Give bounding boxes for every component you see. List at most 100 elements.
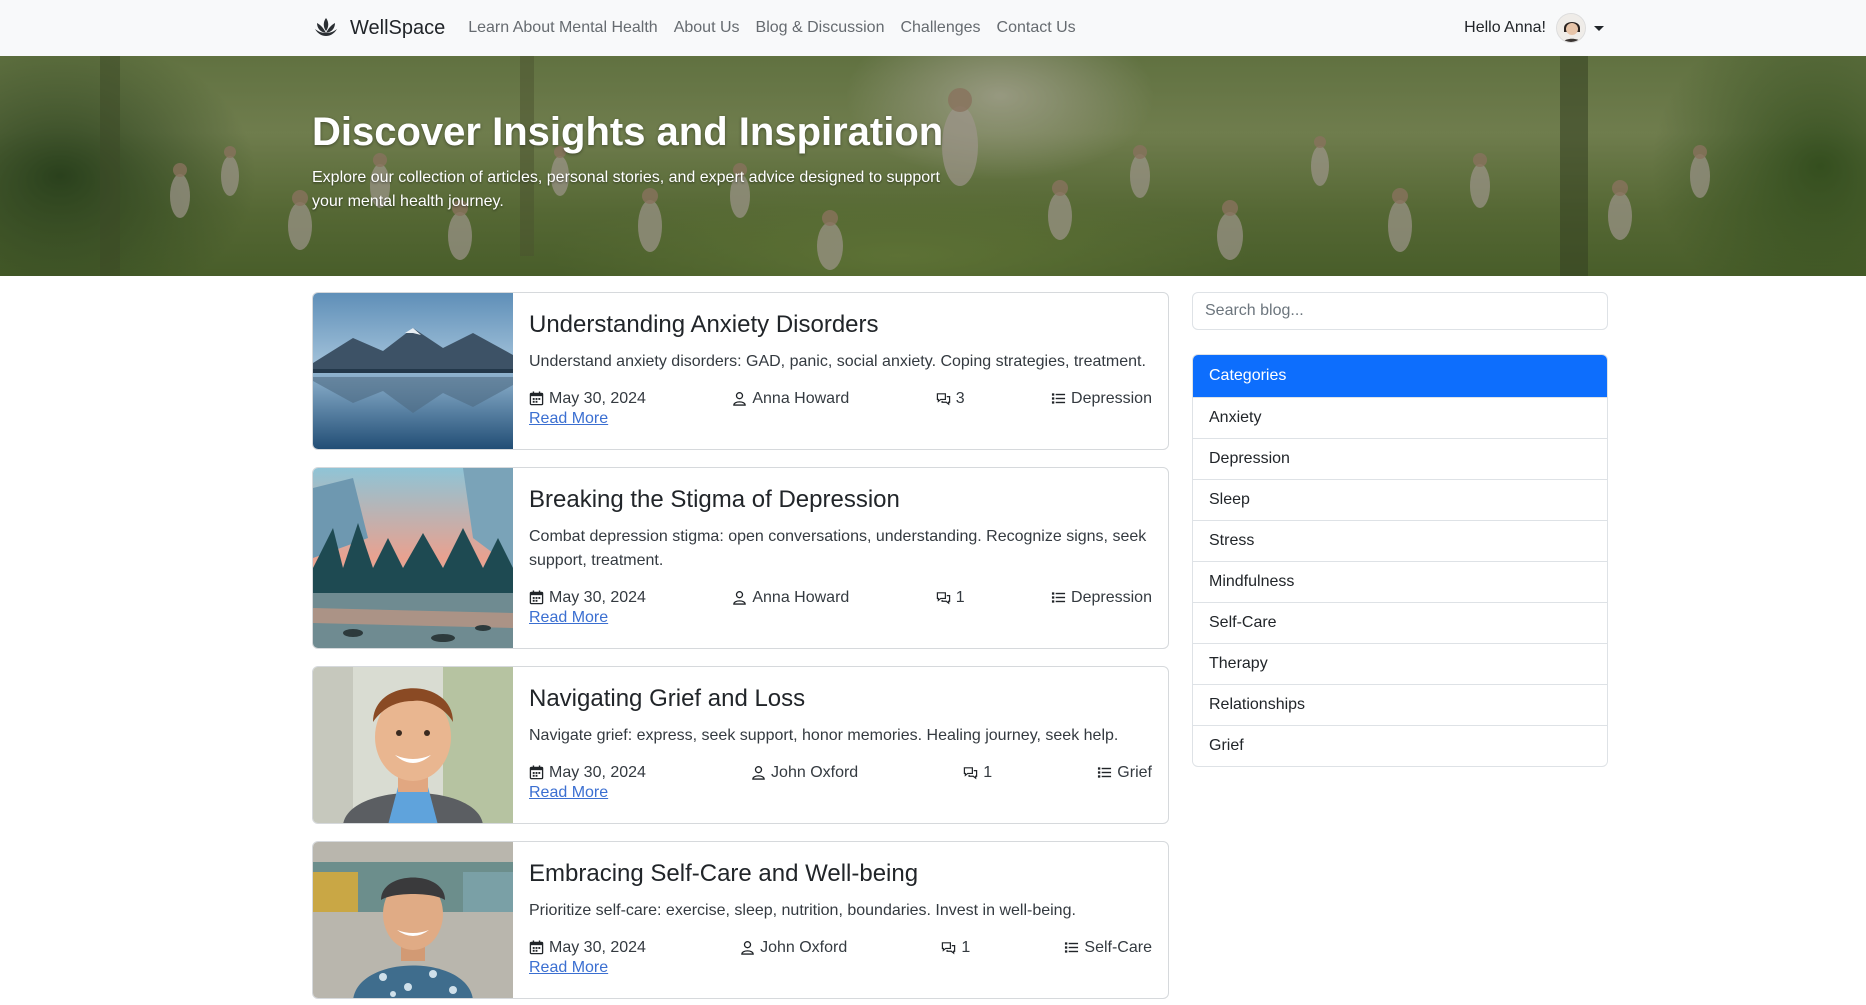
post-title[interactable]: Breaking the Stigma of Depression	[529, 486, 1152, 515]
hero-banner: Discover Insights and Inspiration Explor…	[0, 56, 1866, 276]
post-author[interactable]: John Oxford	[751, 764, 858, 782]
post-comments[interactable]: 1	[936, 589, 965, 607]
post-title[interactable]: Navigating Grief and Loss	[529, 685, 1152, 714]
post-date-text: May 30, 2024	[549, 389, 646, 407]
brand-link[interactable]: WellSpace	[312, 14, 445, 42]
post-category-text: Depression	[1071, 588, 1152, 606]
post-category-text: Depression	[1071, 389, 1152, 407]
post-excerpt: Understand anxiety disorders: GAD, panic…	[529, 352, 1146, 370]
nav-link-challenges[interactable]: Challenges	[892, 19, 988, 37]
post-meta: May 30, 2024 Anna Howard 1 Depression	[529, 589, 1152, 607]
post-author-text: John Oxford	[771, 763, 859, 781]
category-item-grief[interactable]: Grief	[1193, 725, 1607, 766]
category-item-anxiety[interactable]: Anxiety	[1193, 397, 1607, 438]
nav-link-about[interactable]: About Us	[666, 19, 748, 37]
calendar-icon	[529, 765, 544, 780]
post-body: Embracing Self-Care and Well-being Prior…	[513, 842, 1168, 998]
post-meta: May 30, 2024 Anna Howard 3 Depression	[529, 390, 1152, 408]
post-body: Breaking the Stigma of Depression Combat…	[513, 468, 1168, 648]
avatar-portrait-icon	[1557, 14, 1585, 42]
nav-link-learn[interactable]: Learn About Mental Health	[460, 19, 665, 37]
hero-subtitle: Explore our collection of articles, pers…	[312, 166, 972, 214]
chevron-down-icon[interactable]	[1594, 25, 1604, 31]
post-comments-count: 1	[983, 763, 993, 781]
post-author[interactable]: John Oxford	[740, 939, 847, 957]
post-date: May 30, 2024	[529, 764, 646, 782]
category-item-sleep[interactable]: Sleep	[1193, 479, 1607, 520]
user-menu[interactable]: Hello Anna!	[1464, 13, 1604, 43]
user-icon	[752, 766, 765, 781]
blog-post-card: Navigating Grief and Loss Navigate grief…	[312, 666, 1169, 824]
comments-icon	[942, 942, 956, 955]
post-comments-count: 3	[955, 389, 965, 407]
post-author-text: Anna Howard	[752, 588, 850, 606]
post-category[interactable]: Depression	[1051, 390, 1152, 408]
post-comments[interactable]: 3	[936, 390, 965, 408]
post-date: May 30, 2024	[529, 390, 646, 408]
post-comments-count: 1	[961, 938, 971, 956]
post-author-text: Anna Howard	[752, 389, 850, 407]
nav-links: Learn About Mental Health About Us Blog …	[460, 19, 1083, 37]
nav-link-blog[interactable]: Blog & Discussion	[748, 19, 893, 37]
category-item-self-care[interactable]: Self-Care	[1193, 602, 1607, 643]
post-author[interactable]: Anna Howard	[732, 390, 849, 408]
calendar-icon	[529, 940, 544, 955]
category-item-relationships[interactable]: Relationships	[1193, 684, 1607, 725]
read-more-link[interactable]: Read More	[529, 410, 608, 428]
calendar-icon	[529, 590, 544, 605]
post-excerpt: Combat depression stigma: open conversat…	[529, 527, 1147, 569]
read-more-link[interactable]: Read More	[529, 959, 608, 977]
post-body: Understanding Anxiety Disorders Understa…	[513, 293, 1168, 449]
post-category-text: Self-Care	[1084, 938, 1152, 956]
read-more-link[interactable]: Read More	[529, 609, 608, 627]
comments-icon	[936, 393, 950, 406]
post-date-text: May 30, 2024	[549, 763, 646, 781]
list-icon	[1051, 592, 1066, 603]
post-category[interactable]: Grief	[1097, 764, 1152, 782]
post-date-text: May 30, 2024	[549, 938, 646, 956]
list-icon	[1065, 942, 1079, 953]
calendar-icon	[529, 391, 544, 406]
post-comments[interactable]: 1	[963, 764, 992, 782]
blog-post-card: Embracing Self-Care and Well-being Prior…	[312, 841, 1169, 999]
post-thumbnail-smiling-man[interactable]	[313, 667, 513, 823]
blog-search-input[interactable]	[1192, 292, 1608, 330]
post-category[interactable]: Self-Care	[1064, 939, 1152, 957]
post-title[interactable]: Understanding Anxiety Disorders	[529, 311, 1152, 340]
user-avatar[interactable]	[1556, 13, 1586, 43]
category-item-depression[interactable]: Depression	[1193, 438, 1607, 479]
user-icon	[741, 941, 754, 956]
smiling-man-image	[313, 667, 513, 823]
blog-post-card: Breaking the Stigma of Depression Combat…	[312, 467, 1169, 649]
category-item-stress[interactable]: Stress	[1193, 520, 1607, 561]
post-thumbnail-man-cap[interactable]	[313, 842, 513, 998]
post-thumbnail-mountain-lake[interactable]	[313, 293, 513, 449]
comments-icon	[936, 592, 950, 605]
post-body: Navigating Grief and Loss Navigate grief…	[513, 667, 1168, 823]
user-greeting: Hello Anna!	[1464, 19, 1546, 36]
lotus-logo-icon	[315, 18, 337, 36]
post-date-text: May 30, 2024	[549, 588, 646, 606]
post-thumbnail-forest-river[interactable]	[313, 468, 513, 648]
list-icon	[1098, 767, 1112, 778]
category-item-therapy[interactable]: Therapy	[1193, 643, 1607, 684]
post-author-text: John Oxford	[760, 938, 848, 956]
hero-title: Discover Insights and Inspiration	[312, 110, 944, 154]
post-comments[interactable]: 1	[941, 939, 970, 957]
post-excerpt: Navigate grief: express, seek support, h…	[529, 726, 1119, 744]
post-category[interactable]: Depression	[1051, 589, 1152, 607]
category-item-mindfulness[interactable]: Mindfulness	[1193, 561, 1607, 602]
comments-icon	[964, 767, 978, 780]
mountain-lake-image	[313, 293, 513, 449]
man-with-cap-image	[313, 842, 513, 998]
post-date: May 30, 2024	[529, 939, 646, 957]
categories-header: Categories	[1193, 355, 1607, 397]
post-author[interactable]: Anna Howard	[732, 589, 849, 607]
nav-link-contact[interactable]: Contact Us	[989, 19, 1084, 37]
post-title[interactable]: Embracing Self-Care and Well-being	[529, 860, 1152, 889]
hero-subtitle-line1: Explore our collection of articles, pers…	[312, 169, 940, 186]
brand-name: WellSpace	[350, 16, 446, 39]
categories-list: Categories Anxiety Depression Sleep Stre…	[1192, 354, 1608, 767]
read-more-link[interactable]: Read More	[529, 784, 608, 802]
list-icon	[1051, 393, 1066, 404]
